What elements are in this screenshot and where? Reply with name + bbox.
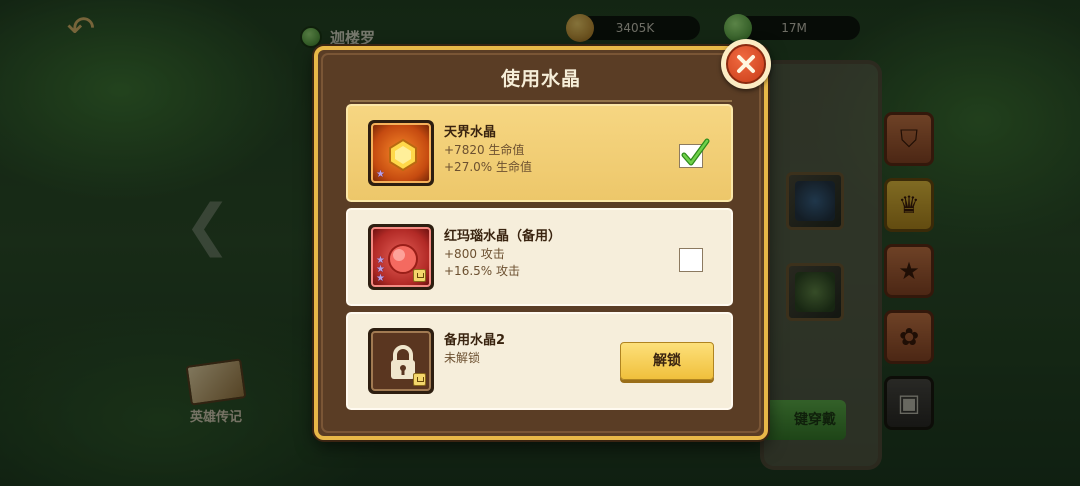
close-icon — [726, 44, 766, 84]
crystal-option-locked[interactable]: 备用水晶2 未解锁 解锁 — [346, 312, 733, 410]
select-checkbox[interactable] — [679, 138, 710, 168]
item-name: 红玛瑙水晶（备用） — [444, 229, 562, 244]
crystal-option-selected[interactable]: ★ 天界水晶 +7820 生命值 +27.0% 生命值 — [346, 104, 733, 202]
item-icon-frame: ★ ★ ★ — [368, 224, 434, 290]
select-checkbox[interactable] — [679, 248, 703, 272]
lock-badge-icon — [413, 269, 426, 282]
unlock-button[interactable]: 解锁 — [620, 342, 714, 380]
close-button[interactable] — [721, 39, 771, 89]
rank-stars: ★ — [376, 169, 385, 180]
crystal-option[interactable]: ★ ★ ★ 红玛瑙水晶（备用） +800 攻击 +16.5% 攻击 — [346, 208, 733, 306]
item-name: 备用水晶2 — [444, 333, 506, 348]
item-stat: +800 攻击 — [444, 247, 505, 261]
lock-badge-icon — [413, 373, 426, 386]
rank-stars: ★ ★ ★ — [376, 255, 385, 284]
item-stat: +16.5% 攻击 — [444, 264, 520, 278]
checkmark-icon — [681, 138, 710, 166]
locked-status: 未解锁 — [444, 351, 481, 365]
title-divider — [350, 100, 732, 102]
item-icon-frame — [368, 328, 434, 394]
orange-gem-icon — [389, 138, 417, 172]
dialog-title: 使用水晶 — [500, 68, 581, 90]
item-stat: +27.0% 生命值 — [444, 160, 532, 174]
item-name: 天界水晶 — [444, 125, 497, 140]
item-stat: +7820 生命值 — [444, 143, 525, 157]
item-icon-frame: ★ — [368, 120, 434, 186]
